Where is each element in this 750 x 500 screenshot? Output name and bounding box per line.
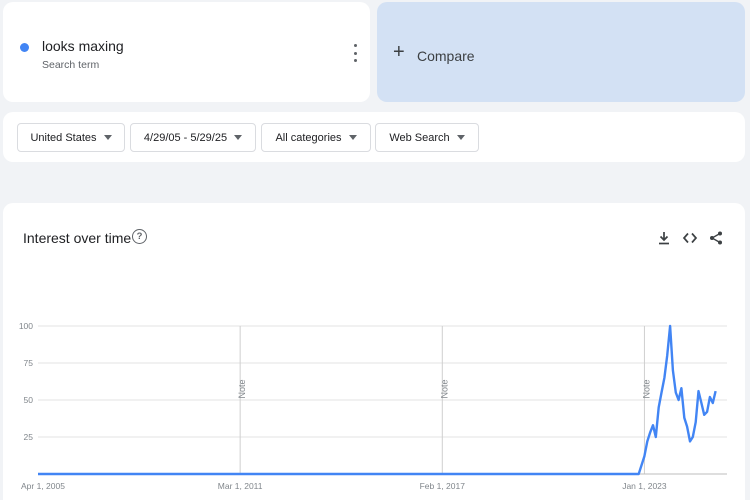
filter-bar: United States 4/29/05 - 5/29/25 All cate… — [3, 112, 745, 162]
search-term-card[interactable]: looks maxing Search term — [3, 2, 370, 102]
search-type-filter-label: Web Search — [389, 131, 450, 144]
caret-down-icon — [348, 135, 357, 140]
time-range-filter[interactable]: 4/29/05 - 5/29/25 — [130, 123, 256, 152]
search-term-name: looks maxing — [42, 38, 124, 54]
caret-down-icon — [234, 135, 243, 140]
note-label: Note — [641, 379, 651, 398]
y-tick-label: 50 — [24, 395, 34, 405]
category-filter[interactable]: All categories — [261, 123, 371, 152]
x-tick-label: Jan 1, 2023 — [622, 481, 667, 491]
x-tick-label: Feb 1, 2017 — [420, 481, 466, 491]
compare-button[interactable]: + Compare — [377, 2, 745, 102]
search-term-subtitle: Search term — [42, 59, 100, 71]
y-tick-label: 75 — [24, 358, 34, 368]
caret-down-icon — [456, 135, 465, 140]
search-type-filter[interactable]: Web Search — [375, 123, 479, 152]
note-label: Note — [237, 379, 247, 398]
more-options-icon[interactable] — [347, 44, 363, 62]
region-filter[interactable]: United States — [17, 123, 125, 152]
compare-label: Compare — [417, 48, 475, 64]
line-chart: 25 50 75 100 Note Note Note Apr 1, 2005 Mar 1, 2… — [19, 321, 727, 491]
time-range-filter-label: 4/29/05 - 5/29/25 — [143, 131, 228, 144]
y-tick-label: 100 — [19, 321, 33, 331]
x-tick-label: Mar 1, 2011 — [218, 481, 263, 491]
category-filter-label: All categories — [275, 131, 342, 144]
series-color-dot — [20, 43, 29, 52]
interest-over-time-card: Interest over time ? 25 50 75 100 Note Note No… — [3, 203, 745, 500]
note-label: Note — [439, 379, 449, 398]
x-tick-label: Apr 1, 2005 — [21, 481, 65, 491]
region-filter-label: United States — [30, 131, 97, 144]
caret-down-icon — [103, 135, 112, 140]
plus-icon: + — [393, 41, 405, 63]
y-tick-label: 25 — [24, 432, 34, 442]
